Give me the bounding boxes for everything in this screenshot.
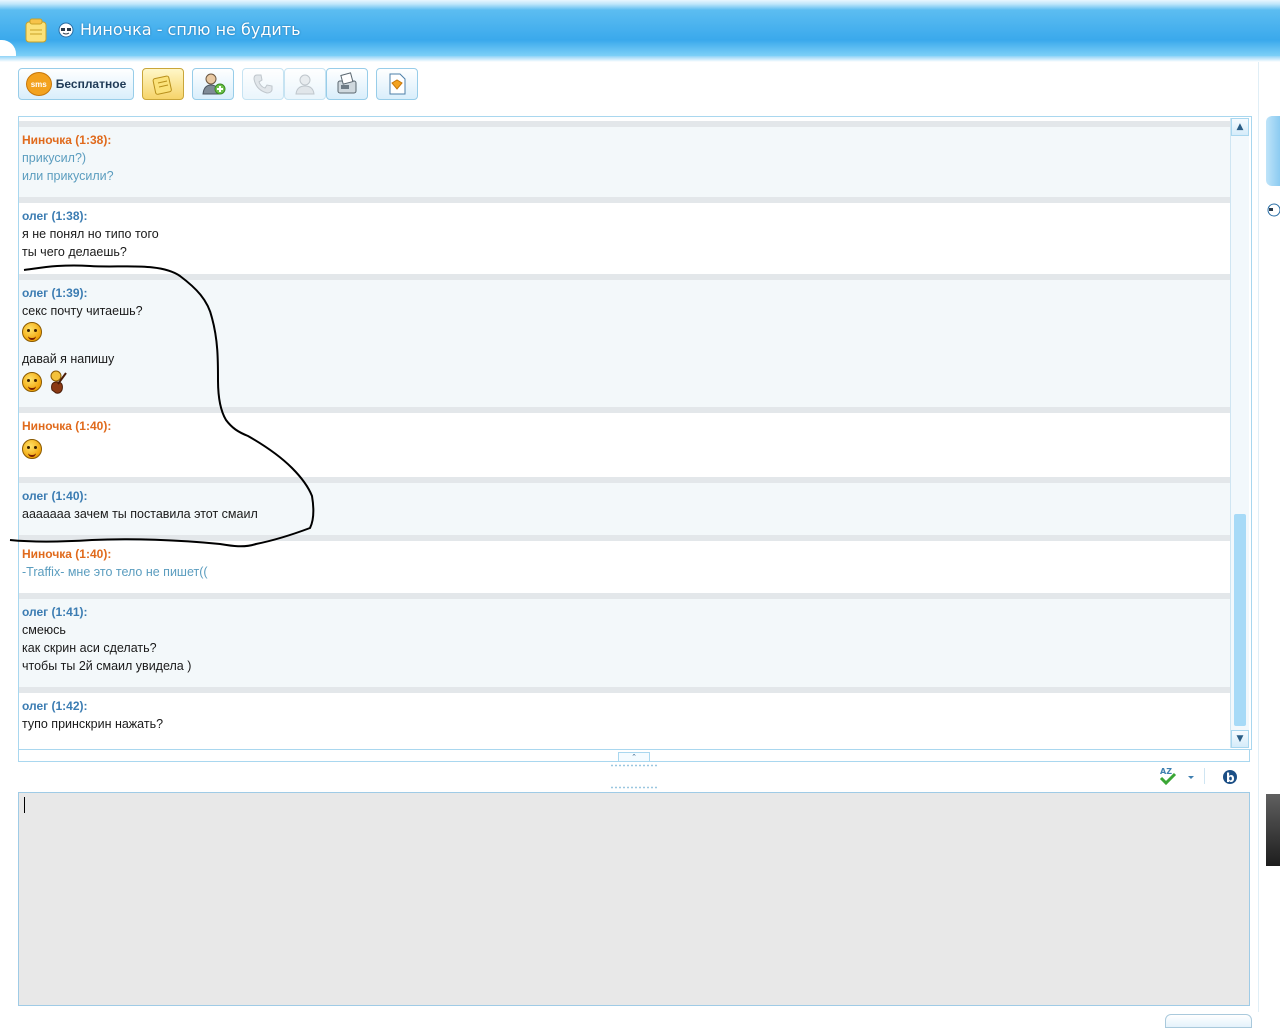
status-icon [1267,203,1280,217]
user-icon [295,74,315,95]
scroll-down-button[interactable]: ▼ [1231,730,1249,748]
message-text: как скрин аси сделать? [22,641,157,655]
tool-divider [1204,768,1205,784]
bottom-bar [0,1010,1280,1024]
smile-icon [22,322,42,342]
format-icon[interactable]: b [1220,766,1240,786]
send-button[interactable] [1165,1014,1252,1028]
message-item: олег (1:41): смеюсь как скрин аси сделат… [19,593,1231,693]
text-caret [24,797,25,813]
message-text: -Traffix- мне это тело не пишет(( [22,565,208,579]
fax-icon [337,72,357,94]
message-sender: олег (1:39): [22,286,88,300]
status-icon [58,22,74,38]
smile-icon [22,372,42,392]
message-sender: олег (1:42): [22,699,88,713]
message-text: смеюсь [22,623,66,637]
fax-button[interactable] [326,68,368,100]
message-text: прикусил?) [22,151,87,165]
message-sender: олег (1:40): [22,489,88,503]
message-text: ты чего делаешь? [22,245,127,259]
chat-history[interactable]: Ниночка (1:38): прикусил?) или прикусили… [18,116,1252,750]
message-text: секс почту читаешь? [22,304,143,318]
free-sms-label: Бесплатное [55,77,127,91]
dropdown-arrow-icon[interactable] [1186,772,1196,782]
panel-divider [1258,62,1259,1012]
message-sender: Ниночка (1:40): [22,547,112,561]
phone-icon [253,74,273,94]
scroll-up-button[interactable]: ▲ [1231,118,1249,136]
chat-scrollbar[interactable]: ▲ ▼ [1230,118,1249,748]
message-item: Ниночка (1:40): -Traffix- мне это тело н… [19,535,1231,597]
message-sender: олег (1:38): [22,209,88,223]
spellcheck-icon[interactable]: AZ [1158,766,1178,786]
video-call-button[interactable] [284,68,326,100]
side-panel-tab[interactable] [1266,116,1280,186]
window-title: Ниночка - сплю не будить [80,20,301,39]
svg-text:b: b [1226,771,1235,785]
input-toolbar: AZ b [1150,766,1250,788]
message-item: Ниночка (1:40): [19,407,1231,479]
scroll-thumb[interactable] [1234,514,1246,726]
message-text: давай я напишу [22,352,115,366]
file-icon [389,73,406,95]
message-text: или прикусили? [22,169,114,183]
message-sender: Ниночка (1:38): [22,133,112,147]
contact-info-button[interactable] [192,68,234,100]
message-text: тупо принскрин нажать? [22,717,164,731]
sms-icon: sms [25,72,52,96]
splitter-handle[interactable]: ⌃ [618,752,650,762]
guitar-smiley-icon [50,370,67,394]
message-sender: Ниночка (1:40): [22,419,112,433]
message-sender: олег (1:41): [22,605,88,619]
message-text: ааааааа зачем ты поставила этот смаил [22,507,258,521]
message-text: я не понял но типо того [22,227,159,241]
notepad-app-icon [25,18,47,43]
call-button[interactable] [242,68,284,100]
message-item: олег (1:39): секс почту читаешь? давай я… [19,274,1231,414]
message-input[interactable] [18,792,1250,1006]
message-item: Ниночка (1:38): прикусил?) или прикусили… [19,121,1231,203]
message-text: чтобы ты 2й смаил увидела ) [22,659,192,673]
free-sms-button[interactable]: sms Бесплатное [18,68,134,100]
message-item: олег (1:42): тупо принскрин нажать? [19,687,1231,749]
user-add-icon [202,73,226,95]
notepad-icon [152,75,172,95]
laugh-icon [22,439,42,459]
message-item: олег (1:38): я не понял но типо того ты … [19,197,1231,275]
history-button[interactable] [142,68,184,100]
grip-dots [610,764,658,767]
message-item: олег (1:40): ааааааа зачем ты поставила … [19,477,1231,543]
svg-text:AZ: AZ [1160,767,1172,776]
send-file-button[interactable] [376,68,418,100]
avatar [1266,794,1280,866]
grip-dots [610,786,658,789]
